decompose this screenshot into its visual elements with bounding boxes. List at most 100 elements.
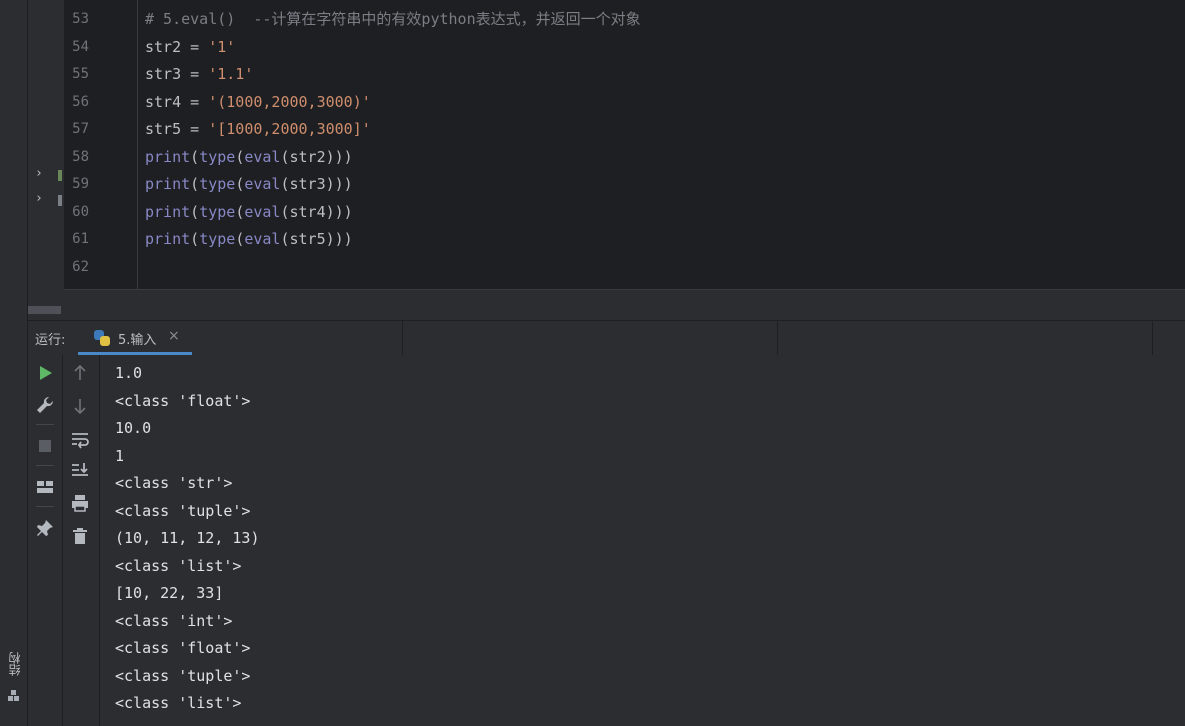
close-icon[interactable]: × xyxy=(168,328,180,344)
code-token: ( xyxy=(235,202,245,221)
scroll-to-end-icon[interactable] xyxy=(69,459,91,481)
code-token: print xyxy=(145,147,191,166)
code-token: type xyxy=(199,230,236,248)
console-output-line: <class 'list'> xyxy=(115,694,242,712)
header-divider xyxy=(777,321,778,355)
run-toolbar-secondary xyxy=(63,355,100,726)
code-token: '1.1' xyxy=(208,65,254,83)
run-tool-window-header: 运行: 5.输入 × xyxy=(28,320,1185,356)
console-output-line: <class 'tuple'> xyxy=(115,666,251,685)
line-number-gutter: 53 54 55 56 57 58 59 60 61 62 xyxy=(64,0,137,290)
run-console-output[interactable]: 1.0 <class 'float'> 10.0 1 <class 'str'> <cla… xyxy=(100,355,1185,726)
code-token: '(1000,2000,3000)' xyxy=(208,92,371,111)
code-token: ( xyxy=(190,230,200,248)
line-number: 59 xyxy=(72,176,89,192)
code-token: # 5.eval() --计算在字符串中的有效python表达式，并返回一个对象 xyxy=(145,10,641,28)
code-token: eval xyxy=(244,175,281,193)
header-divider xyxy=(1152,321,1153,355)
tab-run-config[interactable]: 5.输入 × xyxy=(78,321,192,355)
code-token: str4 = xyxy=(145,92,209,111)
layout-icon[interactable] xyxy=(34,476,56,498)
stop-icon[interactable] xyxy=(34,435,56,457)
structure-tab-label: 结构 xyxy=(8,652,22,676)
gutter-divider xyxy=(137,0,138,290)
code-token: (str2))) xyxy=(280,147,353,166)
tree-node-icon xyxy=(58,170,62,181)
code-line[interactable]: print(type(eval(str3))) xyxy=(145,174,353,194)
console-output-line: <class 'tuple'> xyxy=(115,501,251,520)
structure-tool-tab[interactable]: 结构 xyxy=(4,652,24,708)
trash-icon[interactable] xyxy=(69,525,91,547)
code-token: '[1000,2000,3000]' xyxy=(208,120,371,138)
line-number: 62 xyxy=(72,258,89,275)
code-line[interactable]: # 5.eval() --计算在字符串中的有效python表达式，并返回一个对象 xyxy=(145,9,641,29)
toolbar-separator xyxy=(36,424,54,425)
code-token: ( xyxy=(190,147,200,166)
code-token: ( xyxy=(235,175,245,193)
header-divider xyxy=(402,321,403,355)
code-token: str3 = xyxy=(145,65,209,83)
line-number: 56 xyxy=(72,93,89,110)
arrow-up-icon[interactable] xyxy=(69,362,91,384)
code-line[interactable]: str2 = '1' xyxy=(145,37,235,57)
tree-node-icon xyxy=(58,195,62,206)
tab-title: 5.输入 xyxy=(118,333,157,348)
console-output-line: <class 'list'> xyxy=(115,556,242,575)
line-number: 55 xyxy=(72,66,89,82)
code-token: str2 = xyxy=(145,37,209,56)
scrollbar-thumb[interactable] xyxy=(28,306,61,314)
code-token: (str3))) xyxy=(280,175,353,193)
console-output-line: (10, 11, 12, 13) xyxy=(115,529,260,547)
code-line[interactable]: str3 = '1.1' xyxy=(145,64,253,84)
code-token: type xyxy=(199,202,236,221)
console-output-line: 1 xyxy=(115,446,125,465)
line-number: 54 xyxy=(72,38,89,55)
code-token: ( xyxy=(235,230,245,248)
code-line[interactable]: print(type(eval(str5))) xyxy=(145,229,353,249)
left-tool-stripe: 结构 xyxy=(0,0,28,726)
console-output-line: 1.0 xyxy=(115,364,143,382)
line-number: 58 xyxy=(72,148,89,165)
project-tree-strip: › › xyxy=(28,0,64,300)
line-number: 61 xyxy=(72,231,89,247)
console-output-line: [10, 22, 33] xyxy=(115,584,224,602)
console-output-line: <class 'str'> xyxy=(115,474,233,492)
code-token: (str4))) xyxy=(280,202,353,221)
code-token: '1' xyxy=(208,37,236,56)
console-output-line: <class 'int'> xyxy=(115,611,233,630)
toolbar-separator xyxy=(36,465,54,466)
code-line[interactable]: print(type(eval(str2))) xyxy=(145,147,353,167)
rerun-icon[interactable] xyxy=(34,362,56,384)
code-token: ( xyxy=(235,147,245,166)
code-token: eval xyxy=(244,147,281,166)
run-toolbar-primary xyxy=(28,355,63,726)
soft-wrap-icon[interactable] xyxy=(69,428,91,450)
code-token: str5 = xyxy=(145,120,209,138)
tree-expand-chevron-icon[interactable]: › xyxy=(35,191,43,206)
arrow-down-icon[interactable] xyxy=(69,395,91,417)
pin-icon[interactable] xyxy=(34,517,56,539)
code-editor[interactable]: 53 54 55 56 57 58 59 60 61 62 # 5.eval() --计算在字符串… xyxy=(64,0,1185,290)
toolbar-separator xyxy=(36,506,54,507)
wrench-icon[interactable] xyxy=(34,394,56,416)
editor-horizontal-scrollbar[interactable] xyxy=(28,290,1185,320)
structure-icon xyxy=(8,690,20,702)
code-token: eval xyxy=(244,230,281,248)
tree-expand-chevron-icon[interactable]: › xyxy=(35,166,43,181)
line-number: 53 xyxy=(72,11,89,27)
code-token: eval xyxy=(244,202,281,221)
line-number: 57 xyxy=(72,121,89,137)
code-line[interactable]: str5 = '[1000,2000,3000]' xyxy=(145,119,371,139)
code-token: print xyxy=(145,230,191,248)
line-number: 60 xyxy=(72,203,89,220)
console-output-line: <class 'float'> xyxy=(115,639,251,657)
console-output-line: <class 'float'> xyxy=(115,391,251,410)
code-line[interactable]: print(type(eval(str4))) xyxy=(145,202,353,222)
code-token: print xyxy=(145,202,191,221)
print-icon[interactable] xyxy=(69,492,91,514)
console-output-line: 10.0 xyxy=(115,419,152,437)
code-line[interactable]: str4 = '(1000,2000,3000)' xyxy=(145,92,371,112)
run-label: 运行: xyxy=(35,333,66,348)
code-token: type xyxy=(199,147,236,166)
code-token: type xyxy=(199,175,236,193)
